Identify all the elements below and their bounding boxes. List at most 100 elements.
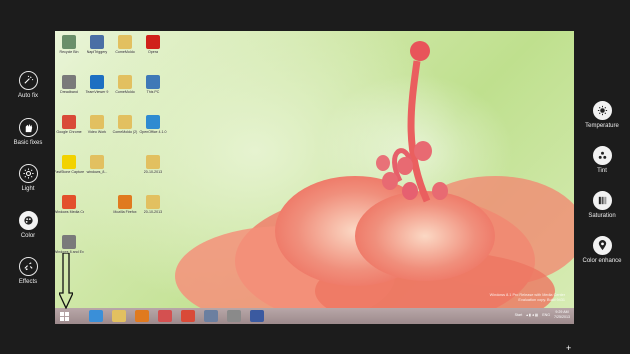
auto-fix-icon: [18, 71, 38, 90]
desktop-icon-label: Windows Media Cent...: [55, 210, 84, 214]
tool-label: Saturation: [588, 213, 616, 219]
desktop-icon-label: 20-10-2013: [143, 170, 163, 174]
desktop-icon-label: TeamViewer 9: [85, 90, 109, 94]
desktop-icon[interactable]: ComeMoldo (2): [110, 115, 140, 134]
desktop-icon-label: Opera: [148, 50, 158, 54]
tool-light[interactable]: Light: [0, 164, 58, 192]
word-icon[interactable]: [250, 310, 264, 322]
desktop-icon-label: OpenOffice 4.1.0: [139, 130, 167, 134]
paint-icon[interactable]: [158, 310, 172, 322]
desktop-icon-image: [62, 75, 76, 89]
desktop-icon-image: [90, 155, 104, 169]
tool-label: Effects: [18, 279, 38, 285]
tool-label: Light: [21, 186, 35, 192]
desktop-icon[interactable]: OpenOffice 4.1.0: [138, 115, 168, 134]
desktop-icon[interactable]: Opera: [138, 35, 168, 54]
tool-label: Color enhance: [582, 258, 622, 264]
tool-label: Temperature: [585, 123, 619, 129]
desktop-icon-label: This PC: [146, 90, 160, 94]
file-explorer-icon[interactable]: [112, 310, 126, 322]
desktop-icon-image: [62, 155, 76, 169]
taskbar: Start ▴ ▮ ◂ ▦ ENG 9:29 AM 7/25/2013: [55, 308, 574, 324]
desktop-icon[interactable]: Video Work: [82, 115, 112, 134]
desktop-icon[interactable]: 20-10-2013: [138, 155, 168, 174]
tool-effects[interactable]: Effects: [0, 257, 58, 285]
app-icon-2[interactable]: [227, 310, 241, 322]
desktop-icon[interactable]: Recycle Bin: [55, 35, 84, 54]
desktop-icon-image: [62, 115, 76, 129]
system-tray: Start ▴ ▮ ◂ ▦ ENG 9:29 AM 7/25/2013: [515, 310, 570, 319]
desktop-icon-image: [62, 235, 76, 249]
desktop-icon[interactable]: Windows 8 and Exper...: [55, 235, 84, 254]
desktop-icon-image: [146, 75, 160, 89]
desktop-icon-image: [118, 75, 132, 89]
ie-icon[interactable]: [89, 310, 103, 322]
clock-time: 9:29 AM: [555, 310, 569, 314]
windows-logo-icon: [59, 311, 69, 321]
chrome-icon[interactable]: [181, 310, 195, 322]
tool-auto-fix[interactable]: Auto fix: [0, 71, 58, 99]
desktop-icon[interactable]: This PC: [138, 75, 168, 94]
plus-icon[interactable]: +: [566, 343, 571, 353]
language-indicator[interactable]: ENG: [542, 313, 550, 317]
windows-watermark: Windows 8.1 Pro Release with Media Cente…: [455, 293, 565, 303]
desktop-icon-label: Recycle Bin: [59, 50, 79, 54]
desktop-icon[interactable]: NapiTriggery: [82, 35, 112, 54]
tool-label: Basic fixes: [13, 139, 43, 146]
color-icon: [18, 210, 38, 230]
windows-start-button[interactable]: [57, 310, 71, 322]
tool-color-enhance[interactable]: Color enhance: [572, 236, 630, 264]
desktop-icon[interactable]: Windows Media Cent...: [55, 195, 84, 214]
tray-icons[interactable]: ▴ ▮ ◂ ▦: [526, 313, 538, 317]
clock[interactable]: 9:29 AM 7/25/2013: [554, 310, 570, 319]
desktop-icon-image: [146, 195, 160, 209]
temperature-icon: [592, 101, 612, 120]
desktop-icon[interactable]: 20-10-2013: [138, 195, 168, 214]
desktop-icon-image: [90, 115, 104, 129]
desktop-icon-image: [62, 195, 76, 209]
desktop-icon-image: [90, 35, 104, 49]
clock-date: 7/25/2013: [554, 314, 570, 319]
desktop-icon[interactable]: Mozilla Firefox: [110, 195, 140, 214]
desktop-icon-image: [118, 35, 132, 49]
tray-start-label[interactable]: Start: [515, 313, 523, 317]
desktop-icon-label: ComeMoldo: [115, 90, 135, 94]
desktop-icon-image: [146, 155, 160, 169]
tool-color[interactable]: Color: [0, 210, 58, 239]
down-arrow-annotation: [59, 253, 73, 309]
desktop-icon-label: FastStone Capture Pro: [55, 170, 84, 174]
desktop-icon-label: Google Chrome: [56, 130, 82, 134]
photo-preview[interactable]: Recycle Bin NapiTriggery ComeMoldo Opera Dre…: [55, 31, 574, 324]
desktop-icon[interactable]: ComeMoldo: [110, 75, 140, 94]
desktop-icon[interactable]: Dreadband: [55, 75, 84, 94]
tool-saturation[interactable]: Saturation: [572, 191, 630, 219]
desktop-icon-label: ComeMoldo (2): [112, 130, 138, 134]
desktop-icon-image: [118, 195, 132, 209]
tool-label: Tint: [597, 168, 607, 174]
watermark-line: Evaluation copy. Build 9431: [518, 298, 565, 302]
desktop-icon-label: Mozilla Firefox: [113, 210, 137, 214]
firefox-icon[interactable]: [135, 310, 149, 322]
desktop-icon[interactable]: Google Chrome: [55, 115, 84, 134]
tool-temperature[interactable]: Temperature: [572, 101, 630, 129]
desktop-icon-label: Video Work: [87, 130, 107, 134]
tool-label: Auto fix: [17, 93, 38, 99]
color-enhance-icon: [592, 236, 612, 255]
desktop-icon-label: NapiTriggery: [86, 50, 108, 54]
desktop-icon-image: [146, 35, 160, 49]
desktop-icon-image: [90, 75, 104, 89]
app-icon[interactable]: [204, 310, 218, 322]
desktop-icon-image: [146, 115, 160, 129]
desktop-icon-label: 20-10-2013: [143, 210, 163, 214]
tint-icon: [592, 146, 612, 165]
light-icon: [18, 164, 38, 183]
tool-basic-fixes[interactable]: Basic fixes: [0, 117, 58, 146]
desktop-icon[interactable]: ComeMoldo: [110, 35, 140, 54]
desktop-icon[interactable]: TeamViewer 9: [82, 75, 112, 94]
desktop-icon[interactable]: FastStone Capture Pro: [55, 155, 84, 174]
desktop-icon-label: Dreadband: [60, 90, 78, 94]
desktop-icon-label: windows_8...: [86, 170, 108, 174]
desktop-icon-image: [62, 35, 76, 49]
desktop-icon[interactable]: windows_8...: [82, 155, 112, 174]
tool-tint[interactable]: Tint: [572, 146, 630, 174]
